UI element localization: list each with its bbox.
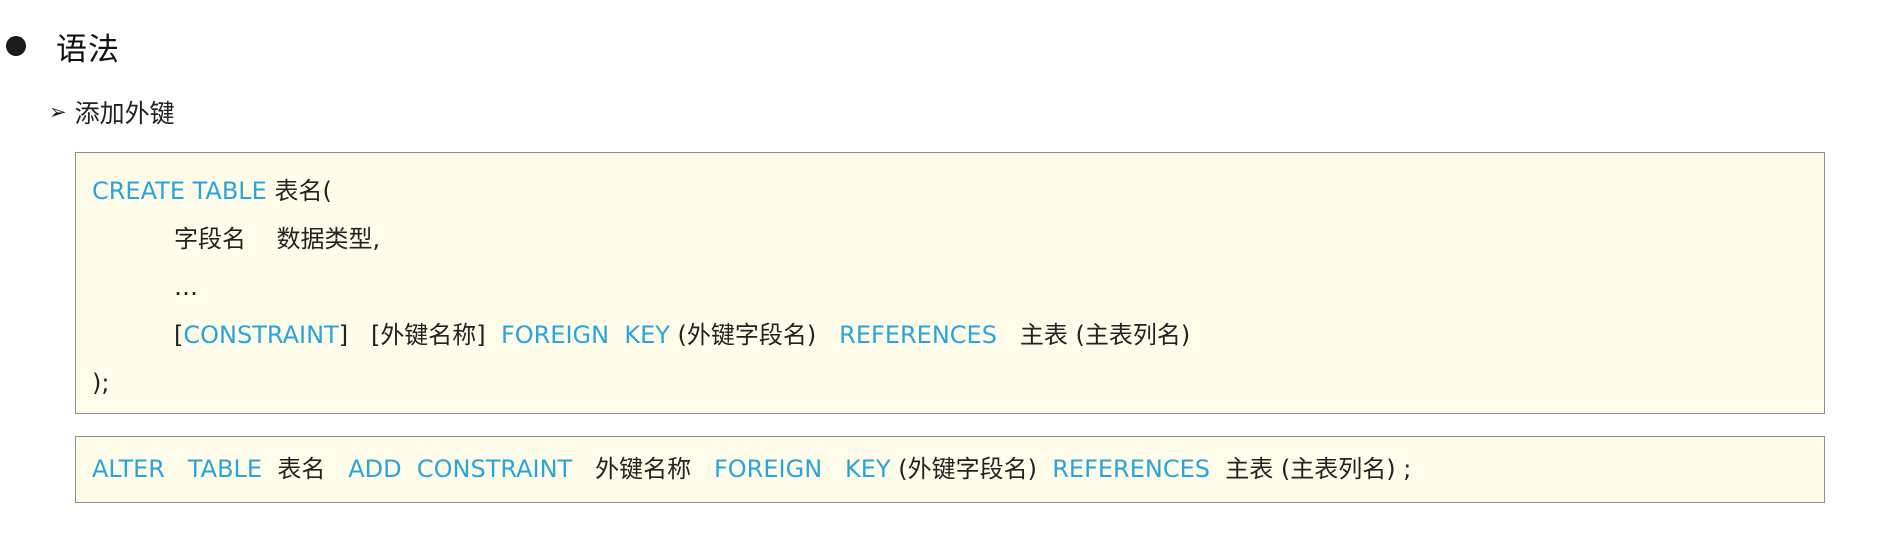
code-line-ellipsis: … — [174, 270, 198, 304]
table-name-text: 表名( — [274, 177, 332, 205]
fk-name-text: [外键名称] — [348, 321, 501, 349]
code-line-columns: 字段名 数据类型, — [174, 222, 380, 256]
alter-table-name-text: 表名 — [262, 455, 349, 483]
keyword-foreign-key-alter: FOREIGN KEY — [713, 455, 891, 483]
closing-paren-text: ); — [92, 369, 110, 397]
keyword-foreign-key: FOREIGN KEY — [500, 321, 670, 349]
keyword-add-constraint: ADD CONSTRAINT — [348, 455, 573, 483]
keyword-references-alter: REFERENCES — [1052, 455, 1210, 483]
code-line-alter: ALTER TABLE 表名 ADD CONSTRAINT 外键名称 FOREI… — [92, 452, 1411, 486]
alter-fk-columns-text: (外键字段名) — [890, 455, 1053, 483]
code-line-create: CREATE TABLE 表名( — [92, 174, 332, 208]
section-heading-row: 语法 — [0, 20, 120, 72]
create-table-code-box: CREATE TABLE 表名( 字段名 数据类型, … [CONSTRAINT… — [75, 152, 1825, 414]
ellipsis-text: … — [174, 273, 198, 301]
bracket-open: [ — [174, 321, 184, 349]
bullet-dot-icon — [6, 36, 26, 56]
code-line-constraint: [CONSTRAINT] [外键名称] FOREIGN KEY (外键字段名) … — [174, 318, 1190, 352]
subheading: 添加外键 — [74, 99, 175, 128]
reference-text: 主表 (主表列名) — [996, 321, 1191, 349]
section-heading: 语法 — [56, 31, 120, 68]
subheading-row: ➢ 添加外键 — [49, 90, 175, 134]
alter-fk-name-text: 外键名称 — [572, 455, 714, 483]
keyword-alter-table: ALTER TABLE — [92, 455, 263, 483]
keyword-create-table: CREATE TABLE — [92, 177, 267, 205]
keyword-constraint: CONSTRAINT — [183, 321, 339, 349]
fk-columns-text: (外键字段名) — [669, 321, 840, 349]
column-definition-text: 字段名 数据类型, — [174, 225, 381, 253]
bracket-close: ] — [338, 321, 349, 349]
alter-table-code-box: ALTER TABLE 表名 ADD CONSTRAINT 外键名称 FOREI… — [75, 436, 1825, 503]
alter-reference-text: 主表 (主表列名) ; — [1210, 455, 1412, 483]
code-line-close: ); — [92, 366, 109, 400]
keyword-references: REFERENCES — [839, 321, 997, 349]
arrow-bullet-icon: ➢ — [49, 99, 67, 124]
